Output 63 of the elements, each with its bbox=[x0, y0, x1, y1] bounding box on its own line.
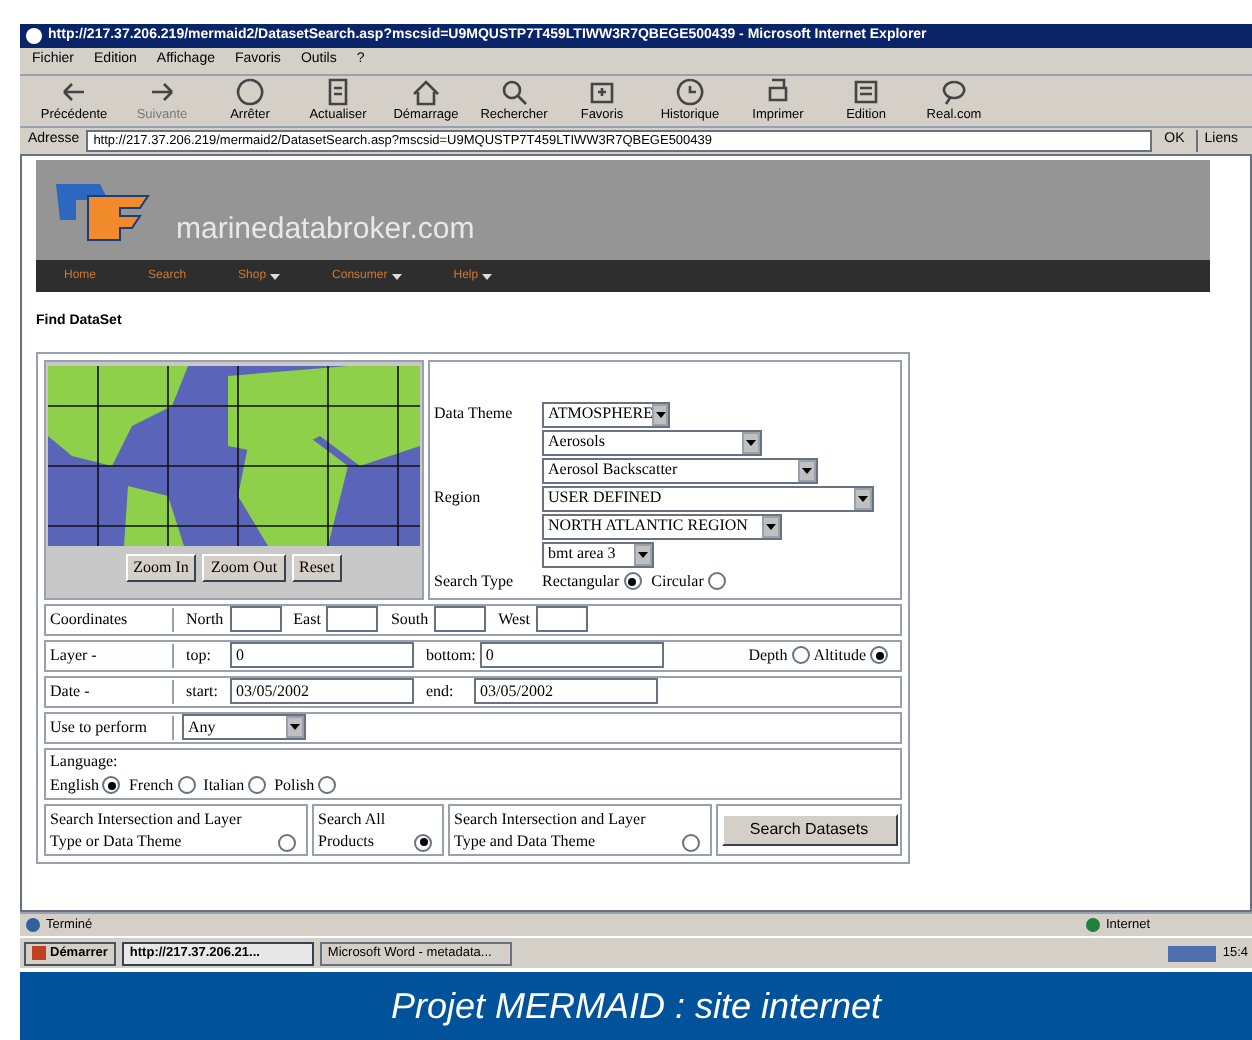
radio-button[interactable] bbox=[682, 833, 700, 851]
option-label: Search Intersection and Layer Type or Data Theme bbox=[50, 807, 244, 851]
print-icon bbox=[764, 78, 792, 107]
radio-button[interactable] bbox=[102, 776, 121, 794]
field-label: East bbox=[293, 607, 321, 631]
form-button[interactable]: Reset bbox=[291, 553, 343, 581]
form-button[interactable]: Zoom In bbox=[125, 553, 197, 581]
radio-button[interactable] bbox=[248, 776, 267, 794]
option-label: Rectangular bbox=[542, 569, 620, 593]
option-label: Altitude bbox=[813, 643, 866, 667]
input-field[interactable] bbox=[535, 606, 588, 632]
field-label: Data Theme bbox=[434, 401, 515, 425]
dropdown[interactable]: bmt area 3 bbox=[542, 541, 654, 567]
radio-button[interactable] bbox=[707, 572, 726, 590]
field-label: Use to perform bbox=[46, 715, 174, 739]
history-icon bbox=[676, 78, 704, 107]
field-label: bottom: bbox=[426, 643, 476, 667]
radio-button[interactable] bbox=[278, 833, 296, 851]
option-label: Polish bbox=[274, 773, 315, 797]
dropdown[interactable]: ATMOSPHERE bbox=[542, 401, 670, 427]
dropdown[interactable]: USER DEFINED bbox=[542, 485, 874, 511]
field-label: Language: bbox=[50, 749, 120, 773]
radio-button[interactable] bbox=[791, 646, 810, 664]
field-label: start: bbox=[186, 679, 220, 703]
dropdown[interactable]: Aerosols bbox=[542, 429, 762, 455]
field-label: Region bbox=[434, 485, 483, 510]
input-field[interactable] bbox=[229, 606, 282, 632]
home-icon bbox=[412, 78, 440, 107]
field-label: end: bbox=[426, 679, 456, 703]
input-field[interactable]: 03/05/2002 bbox=[474, 678, 658, 704]
radio-button[interactable] bbox=[318, 776, 337, 794]
caption-text: Projet MERMAID : site internet bbox=[390, 983, 882, 1030]
option-label: Search Intersection and Layer Type and Data Theme bbox=[454, 807, 648, 851]
field-label: top: bbox=[186, 643, 213, 667]
form-button[interactable]: Zoom Out bbox=[202, 553, 286, 581]
option-label: Search All Products bbox=[318, 807, 388, 851]
field-label: South bbox=[390, 607, 429, 631]
input-field[interactable]: 0 bbox=[479, 642, 664, 668]
radio-button[interactable] bbox=[870, 646, 888, 664]
dropdown[interactable]: Aerosol Backscatter bbox=[542, 457, 818, 483]
radio-button[interactable] bbox=[623, 572, 642, 590]
option-label: French bbox=[128, 773, 174, 797]
input-field[interactable]: 03/05/2002 bbox=[230, 678, 414, 704]
dropdown[interactable]: NORTH ATLANTIC REGION bbox=[542, 513, 782, 539]
field-label: Layer - bbox=[46, 643, 174, 667]
field-label: West bbox=[498, 607, 530, 631]
search-icon bbox=[500, 78, 528, 107]
input-field[interactable] bbox=[434, 606, 487, 632]
field-label: North bbox=[186, 607, 224, 631]
option-label: Italian bbox=[203, 773, 245, 797]
input-field[interactable]: 0 bbox=[230, 642, 414, 668]
site-brand: marinedatabroker.com bbox=[176, 209, 475, 249]
form-button[interactable]: Search Datasets bbox=[721, 813, 897, 845]
field-label: Search Type bbox=[434, 569, 515, 593]
radio-button[interactable] bbox=[414, 833, 432, 851]
option-label: English bbox=[50, 773, 99, 797]
field-label: Coordinates bbox=[46, 607, 174, 631]
option-label: Depth bbox=[748, 643, 788, 667]
field-label: Date - bbox=[46, 679, 174, 703]
dropdown[interactable]: Any bbox=[182, 714, 306, 740]
option-label: Circular bbox=[651, 569, 704, 593]
input-field[interactable] bbox=[326, 606, 379, 632]
radio-button[interactable] bbox=[177, 776, 196, 794]
